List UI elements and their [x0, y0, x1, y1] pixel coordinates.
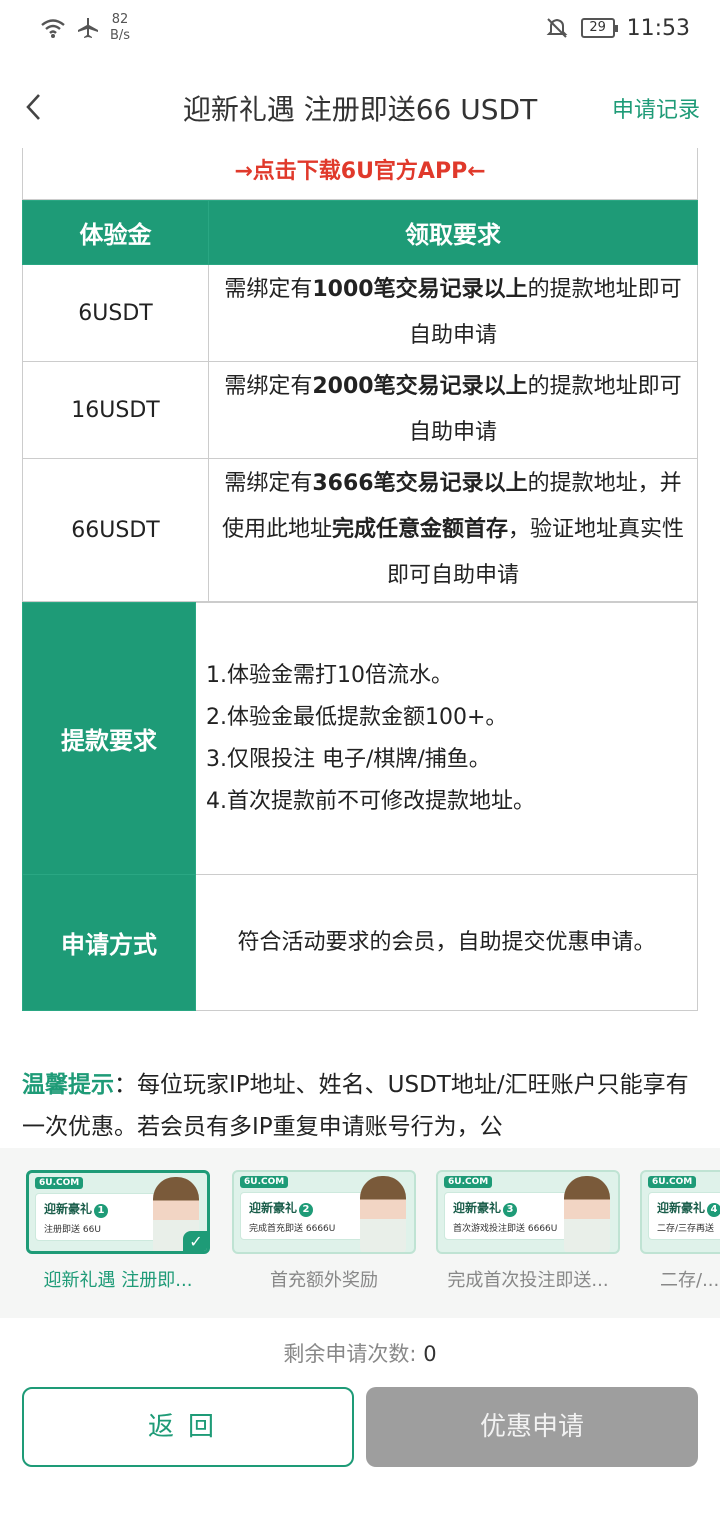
status-bar: 82 B/s 29 11:53: [0, 0, 720, 56]
req-bold: 完成任意金额首存: [331, 517, 508, 542]
reward-table: 体验金 领取要求 6USDT 需绑定有1000笔交易记录以上的提款地址即可自助申…: [22, 200, 698, 602]
card-title-text: 迎新豪礼: [44, 1202, 93, 1216]
row-amount: 16USDT: [22, 361, 209, 459]
airplane-icon: [78, 18, 98, 38]
card-number: 1: [94, 1204, 109, 1218]
promo-caption[interactable]: 首充额外奖励: [224, 1266, 424, 1292]
apply-method-text: 符合活动要求的会员，自助提交优惠申请。: [195, 874, 698, 1011]
req-text: 需绑定有: [224, 374, 313, 399]
status-right: 29 11:53: [545, 16, 690, 41]
table-header-row: 体验金 领取要求: [22, 200, 698, 265]
card-brand: 6U.COM: [35, 1177, 84, 1189]
req-bold: 2000笔交易记录以上: [312, 374, 528, 399]
promo-card[interactable]: 6U.COM 迎新豪礼 2 完成首充即送 6666U: [232, 1170, 416, 1254]
promo-details: →点击下载6U官方APP← 体验金 领取要求 6USDT 需绑定有1000笔交易…: [22, 148, 698, 1011]
promo-caption[interactable]: 迎新礼遇 注册即...: [18, 1266, 218, 1292]
row-amount: 66USDT: [22, 458, 209, 602]
card-title-text: 迎新豪礼: [453, 1201, 502, 1215]
list-item: 4.首次提款前不可修改提款地址。: [206, 788, 535, 814]
req-text: 需绑定有: [224, 277, 313, 302]
download-app-link[interactable]: →点击下载6U官方APP←: [22, 148, 698, 200]
back-button[interactable]: 返回: [22, 1387, 354, 1467]
list-item: 3.仅限投注 电子/棋牌/捕鱼。: [206, 746, 491, 772]
card-number: 2: [299, 1203, 314, 1217]
apply-offer-button[interactable]: 优惠申请: [366, 1387, 698, 1467]
card-subtitle: 注册即送 66U: [44, 1225, 101, 1235]
req-bold: 1000笔交易记录以上: [312, 277, 528, 302]
list-item: 1.体验金需打10倍流水。: [206, 662, 453, 688]
row-amount: 6USDT: [22, 264, 209, 362]
card-inner: 迎新豪礼 3 首次游戏投注即送 6666U: [444, 1192, 584, 1240]
promo-caption[interactable]: 二存/...: [632, 1266, 720, 1292]
withdraw-label: 提款要求: [22, 602, 196, 875]
promo-card[interactable]: 6U.COM 迎新豪礼 3 首次游戏投注即送 6666U: [436, 1170, 620, 1254]
remaining-label: 剩余申请次数:: [283, 1342, 417, 1366]
withdraw-list: 1.体验金需打10倍流水。 2.体验金最低提款金额100+。 3.仅限投注 电子…: [195, 602, 698, 875]
table-row: 66USDT 需绑定有3666笔交易记录以上的提款地址，并使用此地址完成任意金额…: [22, 458, 698, 602]
model-image: [360, 1176, 406, 1252]
req-text: 需绑定有: [224, 471, 313, 496]
card-brand: 6U.COM: [648, 1176, 697, 1188]
tips-label: 温馨提示: [22, 1072, 114, 1098]
card-subtitle: 首次游戏投注即送 6666U: [453, 1224, 558, 1234]
apply-record-link[interactable]: 申请记录: [612, 92, 700, 124]
network-speed: 82 B/s: [110, 12, 130, 44]
speed-unit: B/s: [110, 28, 131, 43]
req-bold: 3666笔交易记录以上: [312, 471, 528, 496]
table-row: 16USDT 需绑定有2000笔交易记录以上的提款地址即可自助申请: [22, 361, 698, 459]
card-inner: 迎新豪礼 2 完成首充即送 6666U: [240, 1192, 380, 1240]
rules-table: 提款要求 1.体验金需打10倍流水。 2.体验金最低提款金额100+。 3.仅限…: [22, 602, 698, 1011]
card-title-text: 迎新豪礼: [249, 1201, 298, 1215]
promo-carousel[interactable]: 6U.COM 迎新豪礼 1 注册即送 66U ✓ 迎新礼遇 注册即... 6U.C…: [0, 1148, 720, 1318]
row-requirement: 需绑定有2000笔交易记录以上的提款地址即可自助申请: [208, 361, 698, 459]
warm-tips: 温馨提示：每位玩家IP地址、姓名、USDT地址/汇旺账户只能享有一次优惠。若会员…: [22, 1064, 702, 1148]
tips-text: ：每位玩家IP地址、姓名、USDT地址/汇旺账户只能享有一次优惠。若会员有多IP…: [22, 1072, 689, 1140]
card-title: 迎新豪礼 4: [657, 1199, 720, 1217]
card-brand: 6U.COM: [444, 1176, 493, 1188]
remaining-value: 0: [423, 1342, 437, 1366]
list-item: 2.体验金最低提款金额100+。: [206, 704, 508, 730]
check-icon: ✓: [183, 1231, 207, 1251]
promo-caption[interactable]: 完成首次投注即送...: [428, 1266, 628, 1292]
model-image: [564, 1176, 610, 1252]
card-title: 迎新豪礼 3: [453, 1199, 518, 1217]
card-subtitle: 二存/三存再送: [657, 1224, 715, 1234]
speed-value: 82: [111, 12, 129, 27]
battery-icon: 29: [580, 18, 618, 38]
clock: 11:53: [626, 15, 690, 41]
wifi-icon: [41, 19, 65, 38]
card-title: 迎新豪礼 1: [44, 1200, 109, 1218]
card-subtitle: 完成首充即送 6666U: [249, 1224, 336, 1234]
header-amount: 体验金: [22, 200, 209, 265]
card-brand: 6U.COM: [240, 1176, 289, 1188]
card-number: 3: [503, 1203, 518, 1217]
header-requirement: 领取要求: [208, 200, 698, 265]
apply-method-row: 申请方式 符合活动要求的会员，自助提交优惠申请。: [22, 874, 698, 1011]
promo-card[interactable]: 6U.COM 迎新豪礼 1 注册即送 66U ✓: [26, 1170, 210, 1254]
nav-bar: 迎新礼遇 注册即送66 USDT 申请记录: [0, 62, 720, 152]
status-left: 82 B/s: [40, 12, 130, 44]
mute-icon: [546, 18, 568, 38]
card-number: 4: [707, 1203, 720, 1217]
apply-method-label: 申请方式: [22, 874, 196, 1011]
remaining-count: 剩余申请次数: 0: [0, 1338, 720, 1368]
row-requirement: 需绑定有1000笔交易记录以上的提款地址即可自助申请: [208, 264, 698, 362]
table-row: 6USDT 需绑定有1000笔交易记录以上的提款地址即可自助申请: [22, 264, 698, 362]
card-title-text: 迎新豪礼: [657, 1201, 706, 1215]
row-requirement: 需绑定有3666笔交易记录以上的提款地址，并使用此地址完成任意金额首存，验证地址…: [208, 458, 698, 602]
promo-card[interactable]: 6U.COM 迎新豪礼 4 二存/三存再送: [640, 1170, 720, 1254]
card-inner: 迎新豪礼 4 二存/三存再送: [648, 1192, 720, 1240]
card-title: 迎新豪礼 2: [249, 1199, 314, 1217]
withdraw-row: 提款要求 1.体验金需打10倍流水。 2.体验金最低提款金额100+。 3.仅限…: [22, 602, 698, 875]
